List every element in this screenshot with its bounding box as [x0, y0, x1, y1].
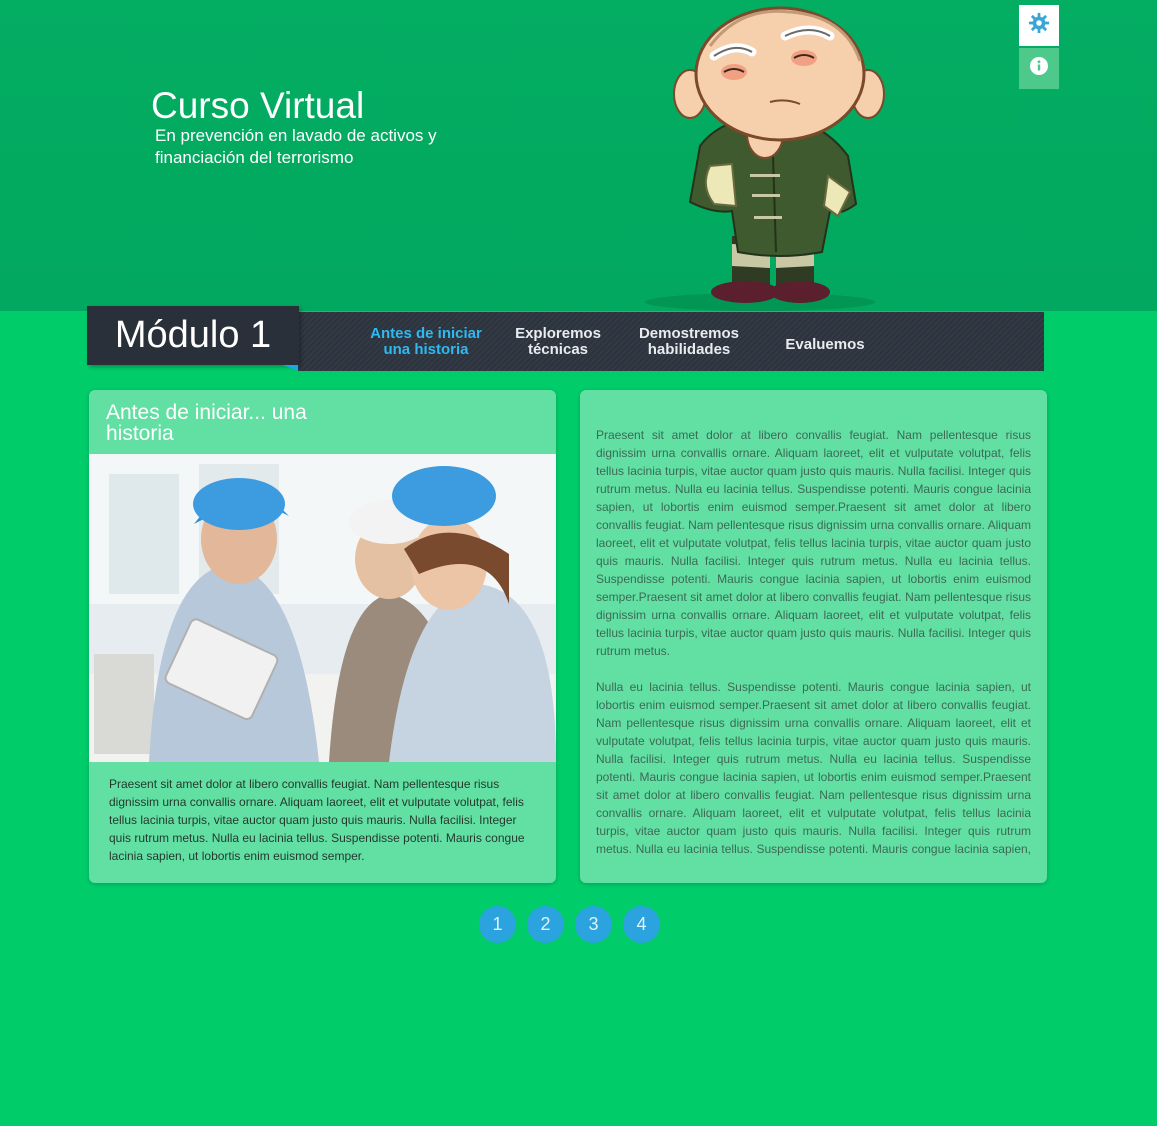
settings-button[interactable] [1019, 5, 1059, 46]
mascot-illustration [645, 6, 885, 311]
info-button[interactable] [1019, 48, 1059, 89]
header-banner: Curso Virtual En prevención en lavado de… [0, 0, 1157, 311]
page-title: Curso Virtual [151, 85, 365, 126]
side-toolbar [1019, 5, 1059, 91]
pagination: 1 2 3 4 [479, 906, 671, 943]
content-card: Praesent sit amet dolor at libero conval… [580, 390, 1047, 883]
nav-item-demostremos[interactable]: Demostremos habilidades [628, 326, 750, 358]
story-card: Antes de iniciar... una historia Praesen… [89, 390, 556, 883]
module-tab-corner [283, 365, 298, 371]
page-button-2[interactable]: 2 [527, 906, 564, 943]
page-button-1[interactable]: 1 [479, 906, 516, 943]
content-paragraph: Nulla eu lacinia tellus. Suspendisse pot… [596, 680, 1031, 856]
content-paragraph: Praesent sit amet dolor at libero conval… [596, 428, 1031, 658]
story-heading: Antes de iniciar... una historia [106, 401, 307, 445]
nav-item-exploremos[interactable]: Exploremos técnicas [503, 326, 613, 358]
gear-icon [1028, 12, 1050, 39]
page-subtitle: En prevención en lavado de activos y fin… [155, 126, 437, 167]
content-text[interactable]: Praesent sit amet dolor at libero conval… [596, 426, 1031, 856]
page-button-4[interactable]: 4 [623, 906, 660, 943]
nav-item-evaluemos[interactable]: Evaluemos [772, 337, 878, 353]
story-text: Praesent sit amet dolor at libero conval… [109, 777, 525, 863]
module-label: Módulo 1 [87, 306, 299, 365]
engineers-photo [89, 454, 556, 762]
page-button-3[interactable]: 3 [575, 906, 612, 943]
info-icon [1029, 56, 1049, 81]
nav-item-antes-de-iniciar[interactable]: Antes de iniciar una historia [366, 326, 486, 358]
